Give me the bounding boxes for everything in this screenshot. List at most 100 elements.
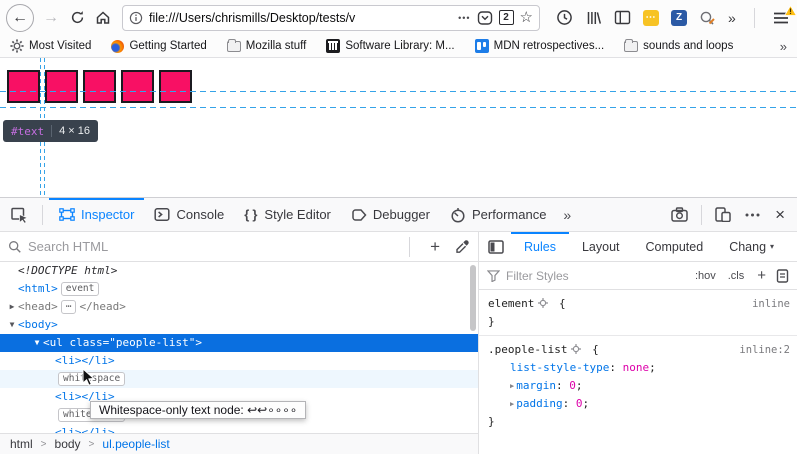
class-toggle[interactable]: .cls [725,270,748,282]
responsive-mode-button[interactable] [708,207,738,222]
tab-debugger[interactable]: Debugger [341,198,440,231]
expand-arrow-icon[interactable]: ▶ [6,298,18,316]
css-property-value[interactable]: 0 [569,379,576,392]
infobar-node-name: #text [11,125,44,138]
sidebar-tabs: RulesLayout Computed Chang▾ [479,232,797,262]
bookmark-sounds-and-loops[interactable]: sounds and loops [624,40,733,52]
tab-console[interactable]: Console [144,198,234,231]
forward-button[interactable]: → [38,4,64,32]
highlight-target-icon[interactable] [571,344,581,354]
tab-label: Performance [472,207,546,222]
pseudo-class-toggle[interactable]: :hov [692,270,719,282]
zotero-extension-icon[interactable]: Z [671,10,687,26]
toolbar-overflow-icon[interactable]: » [728,11,736,25]
bookmark-mdn-retrospectives[interactable]: MDN retrospectives... [475,39,605,53]
bookmarks-overflow-icon[interactable]: » [780,39,787,54]
search-html-input[interactable] [28,239,397,254]
collapse-arrow-icon[interactable]: ▼ [31,334,43,352]
tab-label: Computed [646,240,704,254]
pocket-icon[interactable] [477,10,493,26]
tab-style-editor[interactable]: { } Style Editor [234,198,341,231]
rule-selector[interactable]: element [488,297,534,310]
devtools-menu-button[interactable] [738,213,767,217]
url-text[interactable]: file:///Users/chrismills/Desktop/tests/v [149,11,452,25]
rule-selector[interactable]: .people-list [488,343,567,356]
breadcrumb-item-body[interactable]: body [55,437,81,451]
sidebar-tab-computed[interactable]: Computed [633,232,717,261]
markup-row[interactable]: <html>event [0,280,478,298]
bookmark-software-library[interactable]: Software Library: M... [326,39,454,53]
rule-selector-line[interactable]: element { [479,295,797,313]
sidebar-icon[interactable] [614,10,631,25]
css-property-name[interactable]: padding [516,397,562,410]
markup-row[interactable]: ▼<ul class="people-list"> [0,334,478,352]
toolbar-separator [754,8,755,28]
breadcrumb-separator: > [41,439,47,450]
extension2-icon[interactable]: 2 [499,10,514,25]
markup-row[interactable]: whitespace [0,370,478,388]
css-property-name[interactable]: list-style-type [510,361,609,374]
whitespace-tooltip: Whitespace-only text node: ↩↩∘∘∘∘ [90,401,306,419]
sidebar-tab-chang[interactable]: Chang▾ [716,232,787,261]
highlight-target-icon[interactable] [538,298,548,308]
sidebar-tab-rules[interactable]: Rules [511,232,569,261]
list-item-box [121,70,154,103]
expand-arrow-icon[interactable]: ▶ [510,400,514,408]
trello-board-icon [475,39,489,53]
collapse-arrow-icon[interactable]: ▼ [6,316,18,334]
home-button[interactable] [90,4,116,32]
markup-row[interactable]: <li></li> [0,424,478,433]
menu-button[interactable] [773,11,789,25]
yellow-extension-icon[interactable]: ⋯ [643,10,659,26]
node-picker-icon [11,207,29,223]
search-edit-icon[interactable] [699,10,716,26]
infobar-dimensions: 4 × 16 [59,125,90,137]
css-declaration[interactable]: ▶padding: 0; [479,395,797,413]
devtools-close-button[interactable]: × [767,205,793,225]
scrollbar-thumb[interactable] [470,265,476,331]
breadcrumb-item-html[interactable]: html [10,437,33,451]
url-bar[interactable]: file:///Users/chrismills/Desktop/tests/v… [122,5,540,31]
sidebar-collapse-button[interactable] [481,232,511,261]
bookmark-star-icon[interactable]: ☆ [520,10,533,25]
collapsed-ellipsis-badge[interactable]: ⋯ [61,300,77,314]
history-icon[interactable] [556,9,573,26]
tab-performance[interactable]: Performance [440,198,556,231]
filter-styles-input[interactable] [506,269,686,283]
add-node-button[interactable]: + [422,237,448,257]
reload-button[interactable] [64,4,90,32]
markup-row[interactable]: <!DOCTYPE html> [0,262,478,280]
folder-icon [624,41,638,52]
bookmark-getting-started[interactable]: Getting Started [111,40,206,53]
bookmark-most-visited[interactable]: Most Visited [10,39,91,53]
screenshot-button[interactable] [664,207,695,222]
event-badge[interactable]: event [61,282,100,296]
back-button[interactable]: ← [6,4,34,32]
breadcrumb-item-ul.people-list[interactable]: ul.people-list [102,437,169,451]
print-simulation-icon[interactable] [776,269,789,283]
markup-row[interactable]: ▼<body> [0,316,478,334]
add-rule-button[interactable]: + [753,267,770,284]
css-declaration[interactable]: list-style-type: none; [479,359,797,377]
tabs-overflow-icon[interactable]: » [556,198,578,231]
css-declaration[interactable]: ▶margin: 0; [479,377,797,395]
tab-inspector[interactable]: Inspector [49,198,144,231]
bookmark-label: Most Visited [29,40,91,52]
page-actions-icon[interactable]: ••• [458,13,470,23]
sidebar-tab-layout[interactable]: Layout [569,232,633,261]
css-property-name[interactable]: margin [516,379,556,392]
library-icon[interactable] [585,10,602,26]
rule-source-link[interactable]: inline:2 [739,341,790,359]
rule-source-link[interactable]: inline [752,295,790,313]
css-property-value[interactable]: none [623,361,650,374]
braces-icon: { } [244,207,258,222]
markup-row[interactable]: <li></li> [0,352,478,370]
head-tag: <head> [18,300,58,313]
expand-arrow-icon[interactable]: ▶ [510,382,514,390]
node-picker-button[interactable] [4,198,36,231]
markup-row[interactable]: ▶<head>⋯</head> [0,298,478,316]
eyedropper-icon[interactable] [454,239,470,255]
sidebar-collapse-icon [488,240,504,254]
highlighter-horizontal-guide [0,107,797,108]
bookmark-mozilla-stuff[interactable]: Mozilla stuff [227,40,307,52]
